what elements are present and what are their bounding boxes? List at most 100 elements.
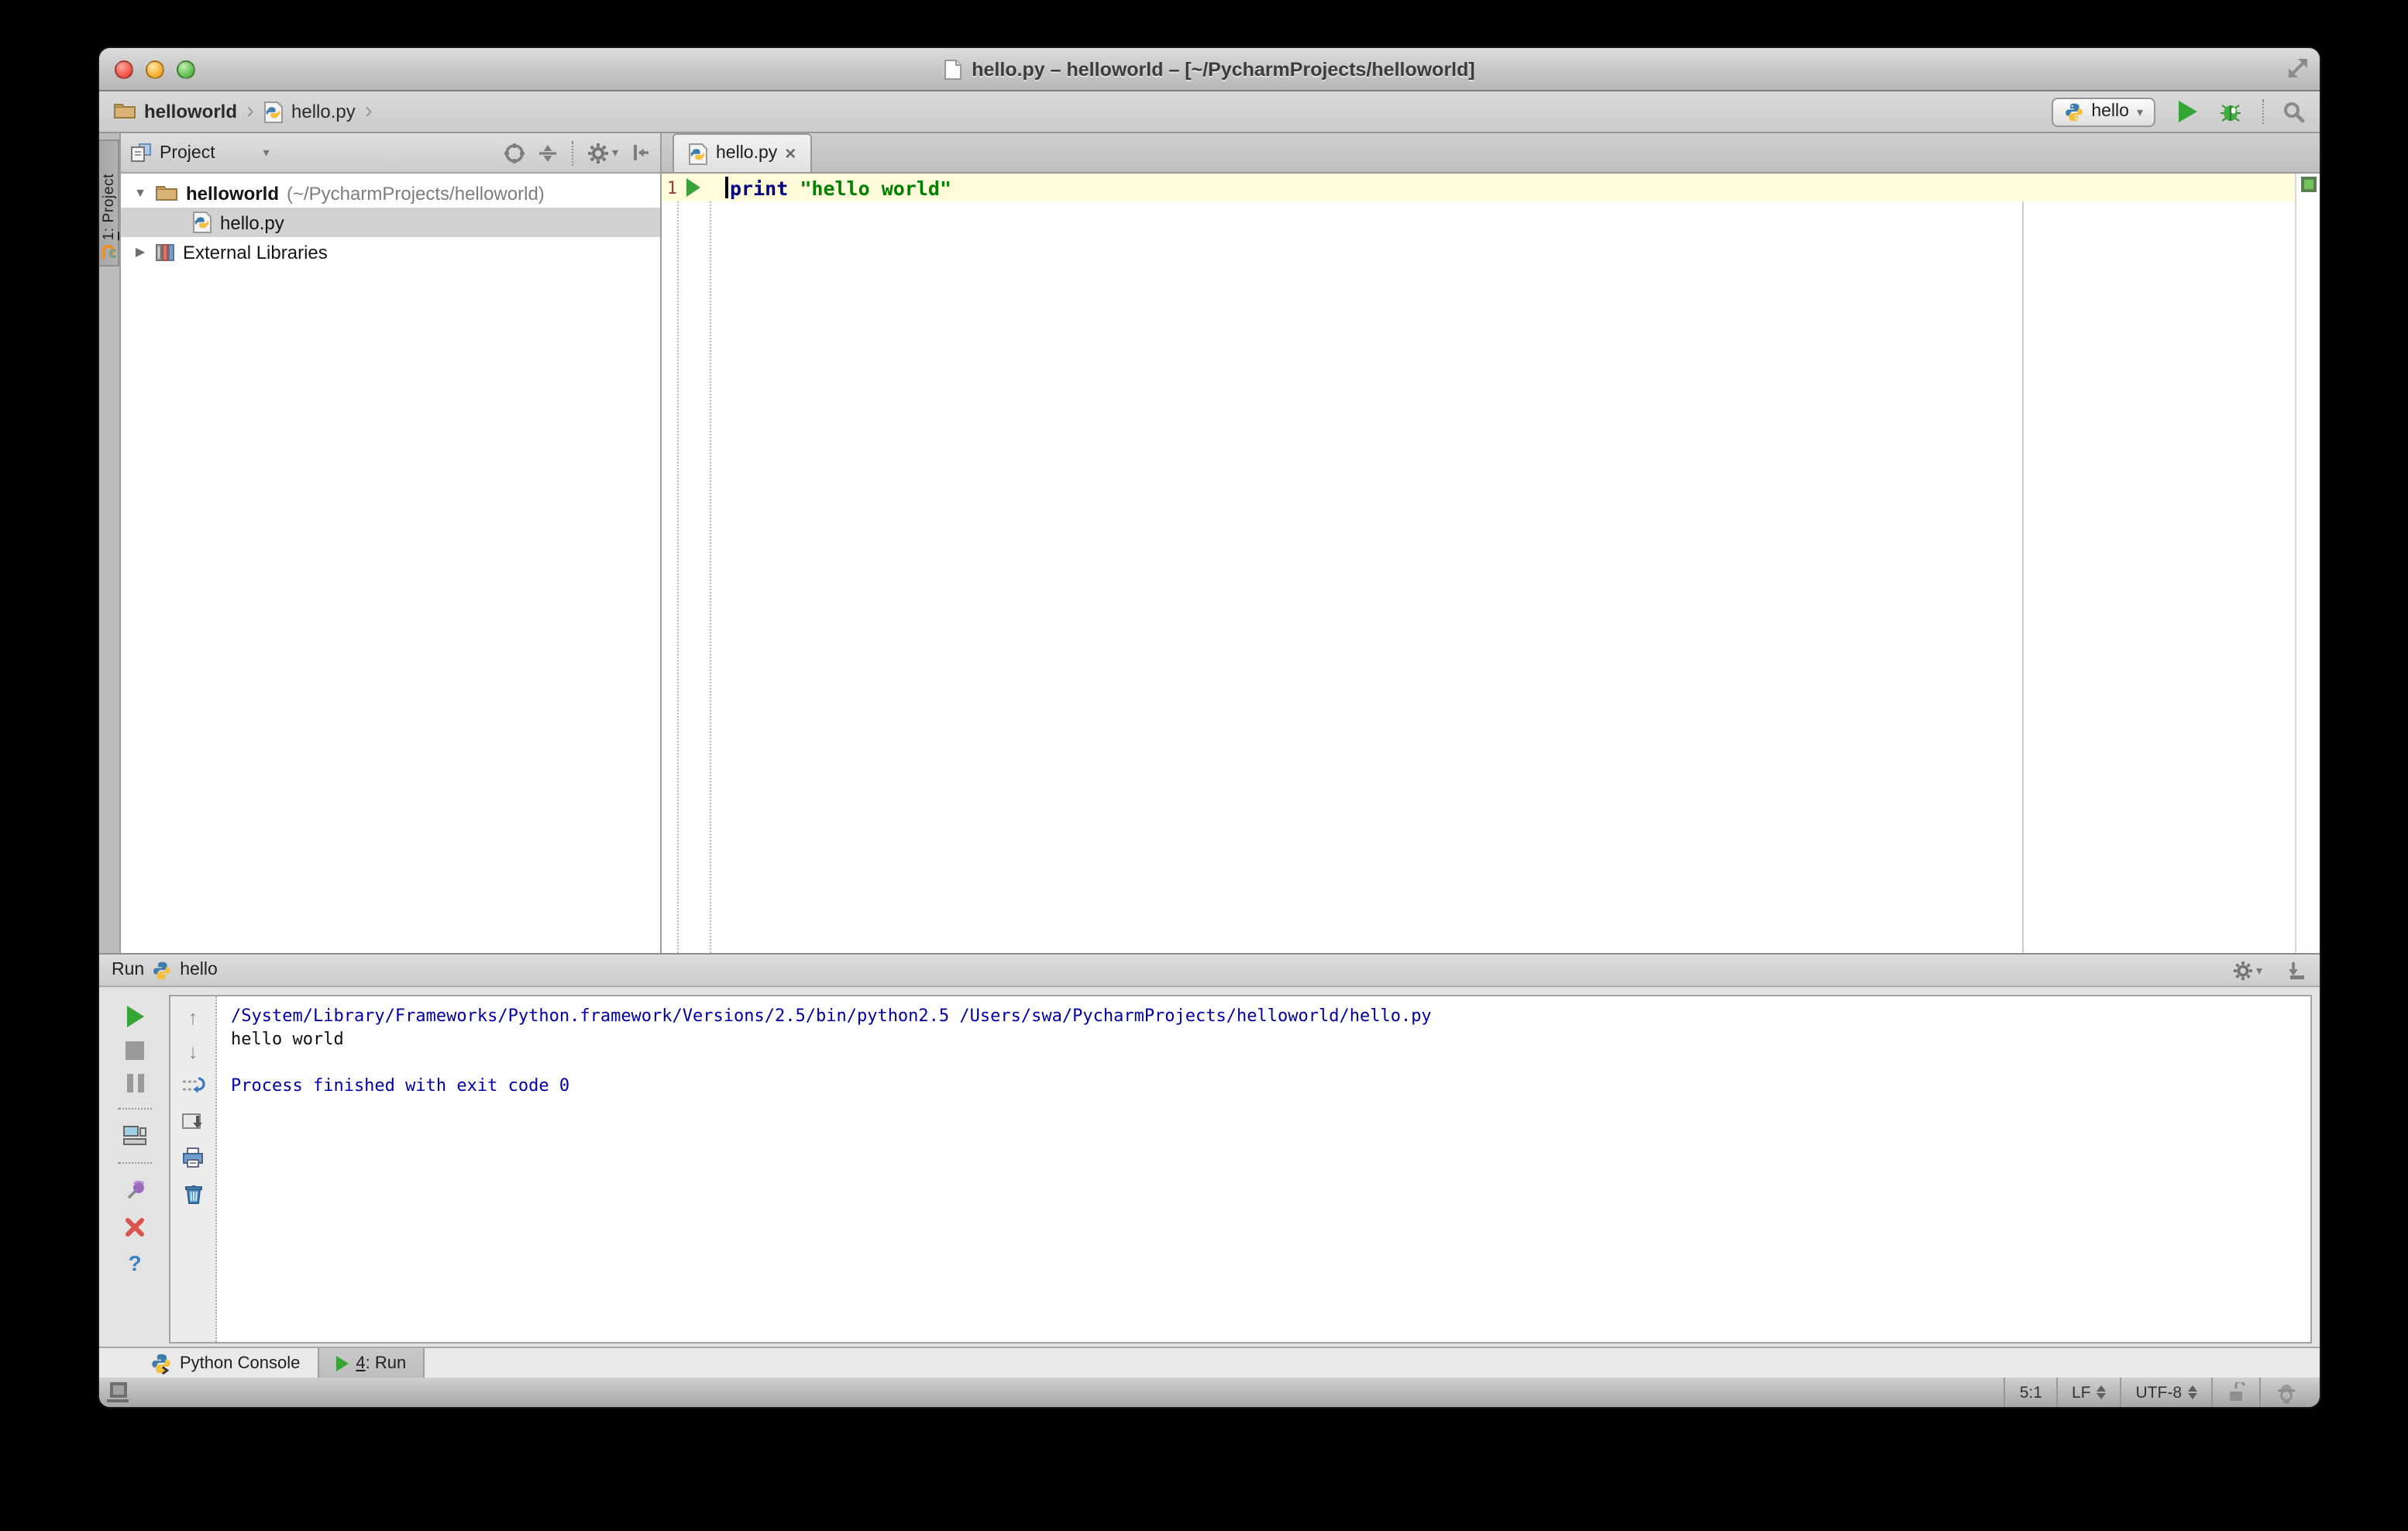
- pycharm-logo-icon: [100, 245, 117, 262]
- main-area: 1: Project Project ▾ ▾ ▼ helloworld (~/P…: [99, 133, 2320, 953]
- tab-python-console[interactable]: Python Console: [133, 1348, 317, 1378]
- gutter-separator: [677, 174, 679, 953]
- scroll-to-end-icon[interactable]: [181, 1111, 205, 1133]
- python-logo-icon: [2063, 101, 2083, 122]
- inspections-profile-widget[interactable]: [2259, 1378, 2320, 1407]
- close-panel-icon[interactable]: [124, 1216, 146, 1238]
- clear-console-icon[interactable]: [182, 1182, 204, 1206]
- gutter-separator: [710, 174, 711, 953]
- soft-wrap-icon[interactable]: [181, 1075, 205, 1097]
- tree-project-path: (~/PycharmProjects/helloworld): [287, 182, 545, 204]
- tab-run[interactable]: 4: Run: [317, 1348, 425, 1378]
- tab-hello-py[interactable]: hello.py ×: [673, 133, 812, 172]
- sidebar-item-project[interactable]: 1: Project: [99, 139, 119, 267]
- stop-button[interactable]: [126, 1041, 144, 1060]
- run-tool-window: Run hello ▾ ? ↑ ↓ /System/Library/Framew…: [99, 953, 2320, 1347]
- chevron-right-icon: ›: [246, 97, 254, 123]
- locate-file-icon[interactable]: [504, 142, 525, 163]
- console-stdout-line: hello world: [231, 1029, 344, 1049]
- close-window-button[interactable]: [115, 60, 133, 78]
- line-separator-widget[interactable]: LF: [2055, 1378, 2121, 1407]
- toolwindow-stripe-left: 1: Project: [99, 133, 121, 953]
- editor-body[interactable]: 1 print "hello world": [662, 174, 2320, 953]
- python-console-label: Python Console: [180, 1354, 301, 1372]
- chevron-down-icon: ▾: [2136, 105, 2143, 119]
- minimize-window-button[interactable]: [146, 60, 164, 78]
- pin-tab-icon[interactable]: [123, 1179, 146, 1202]
- tree-row-hello-py[interactable]: hello.py: [121, 208, 660, 237]
- run-line-marker-icon[interactable]: [686, 178, 700, 197]
- run-config-name: hello: [180, 961, 218, 979]
- tree-libs-label: External Libraries: [183, 241, 328, 263]
- encoding-widget[interactable]: UTF-8: [2120, 1378, 2212, 1407]
- restore-layout-icon[interactable]: [122, 1125, 147, 1147]
- expander-collapsed-icon[interactable]: ▶: [133, 245, 147, 259]
- code-keyword: print: [730, 176, 789, 199]
- python-file-icon: [263, 100, 284, 123]
- print-icon[interactable]: [181, 1147, 205, 1168]
- help-icon[interactable]: ?: [128, 1252, 141, 1274]
- project-view-selector[interactable]: Project: [160, 143, 215, 162]
- console-output[interactable]: /System/Library/Frameworks/Python.framew…: [217, 996, 2310, 1342]
- hide-panel-icon[interactable]: [631, 143, 651, 163]
- debug-bug-icon[interactable]: [2217, 100, 2244, 123]
- expander-expanded-icon[interactable]: ▼: [133, 186, 147, 200]
- editor-scrollbar[interactable]: [2295, 174, 2320, 953]
- folder-icon: [155, 184, 178, 202]
- toolwindow-switcher-icon[interactable]: [107, 1382, 129, 1402]
- updown-arrows-icon: [2188, 1385, 2197, 1399]
- run-panel-title: Run: [112, 961, 145, 979]
- traffic-lights: [115, 48, 195, 90]
- run-button[interactable]: [2179, 101, 2197, 122]
- toolbar-separator: [2262, 99, 2264, 124]
- chevron-down-icon: ▾: [263, 146, 270, 160]
- console-exit-line: Process finished with exit code 0: [231, 1075, 570, 1096]
- toolbar-separator: [118, 1162, 152, 1164]
- tree-row-project-root[interactable]: ▼ helloworld (~/PycharmProjects/hellowor…: [121, 178, 660, 208]
- tree-file-name: hello.py: [220, 212, 284, 233]
- toolbar-separator: [571, 140, 573, 165]
- libraries-icon: [155, 242, 175, 262]
- run-left-toolbar: ?: [113, 1006, 157, 1274]
- minimize-panel-icon[interactable]: [2286, 960, 2307, 980]
- project-stripe-label: 1: Project: [100, 173, 117, 240]
- tree-row-external-libraries[interactable]: ▶ External Libraries: [121, 237, 660, 267]
- code-string: "hello world": [800, 176, 952, 199]
- project-panel: Project ▾ ▾ ▼ helloworld (~/PycharmProje…: [121, 133, 662, 953]
- chevron-down-icon: ▾: [2255, 963, 2262, 977]
- pycharm-window: hello.py – helloworld – [~/PycharmProjec…: [99, 48, 2320, 1407]
- rerun-button[interactable]: [126, 1006, 143, 1027]
- readonly-lock-widget[interactable]: [2211, 1378, 2259, 1407]
- toolwindow-bottom-bar: Python Console 4: Run: [99, 1347, 2320, 1378]
- run-tab-icon: [335, 1355, 349, 1371]
- run-panel-header: Run hello ▾: [99, 955, 2320, 987]
- breadcrumb-project[interactable]: helloworld: [144, 101, 237, 122]
- breadcrumb-file[interactable]: hello.py: [291, 101, 356, 122]
- up-stack-trace-icon[interactable]: ↑: [188, 1007, 198, 1027]
- gear-icon[interactable]: ▾: [587, 142, 618, 163]
- chevron-right-icon: ›: [364, 97, 373, 123]
- project-view-icon: [130, 143, 152, 163]
- project-tree: ▼ helloworld (~/PycharmProjects/hellowor…: [121, 174, 660, 267]
- status-bar: 5:1 LF UTF-8: [99, 1378, 2320, 1407]
- editor-area: hello.py × 1 print "hello world": [662, 133, 2320, 953]
- line-number[interactable]: 1: [662, 177, 677, 198]
- console-toolbar: ↑ ↓: [170, 996, 217, 1342]
- chevron-down-icon: ▾: [611, 146, 618, 160]
- gear-icon[interactable]: ▾: [2233, 960, 2262, 980]
- close-tab-icon[interactable]: ×: [785, 144, 796, 163]
- python-console-icon: [150, 1352, 172, 1374]
- search-icon[interactable]: [2282, 100, 2306, 123]
- collapse-all-icon[interactable]: [538, 142, 558, 163]
- run-configuration-value: hello: [2091, 102, 2129, 121]
- run-configuration-select[interactable]: hello ▾: [2051, 97, 2155, 126]
- code-line-1[interactable]: 1 print "hello world": [662, 174, 2295, 201]
- pause-button[interactable]: [126, 1074, 143, 1092]
- caret-position-widget[interactable]: 5:1: [2004, 1378, 2056, 1407]
- fullscreen-icon[interactable]: [2287, 57, 2309, 79]
- inspection-status-square[interactable]: [2301, 177, 2317, 192]
- navigation-bar: helloworld › hello.py › hello ▾: [99, 91, 2320, 133]
- down-stack-trace-icon[interactable]: ↓: [188, 1041, 198, 1061]
- folder-icon: [113, 102, 136, 121]
- zoom-window-button[interactable]: [177, 60, 195, 78]
